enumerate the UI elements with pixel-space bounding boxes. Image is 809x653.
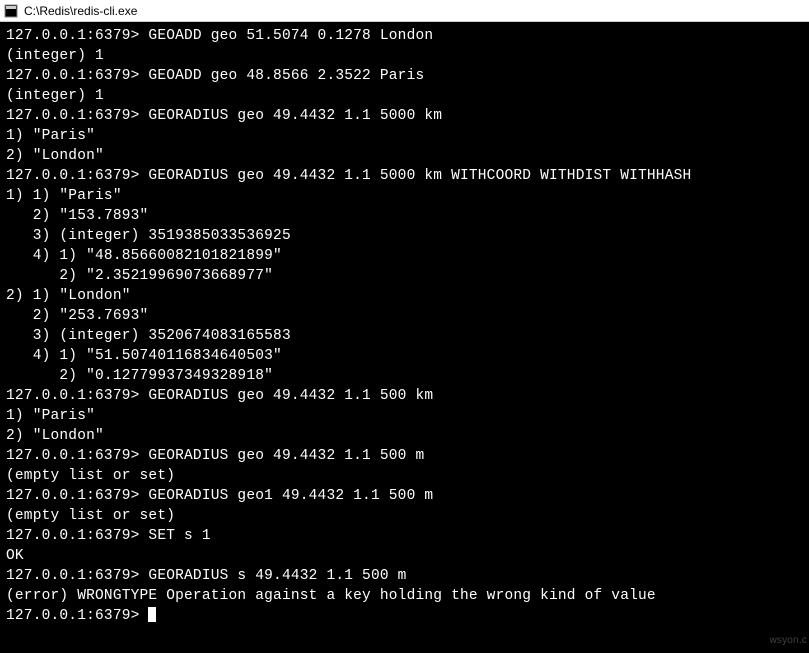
window-title: C:\Redis\redis-cli.exe bbox=[24, 4, 137, 18]
terminal-line: 1) 1) "Paris" bbox=[6, 186, 803, 206]
terminal-line: 4) 1) "48.85660082101821899" bbox=[6, 246, 803, 266]
terminal-line: 127.0.0.1:6379> GEORADIUS geo 49.4432 1.… bbox=[6, 106, 803, 126]
watermark: wsyon.c bbox=[769, 631, 807, 651]
terminal-line: (empty list or set) bbox=[6, 506, 803, 526]
terminal-line: 2) "153.7893" bbox=[6, 206, 803, 226]
terminal-line: 3) (integer) 3519385033536925 bbox=[6, 226, 803, 246]
terminal-line: 1) "Paris" bbox=[6, 406, 803, 426]
terminal-line: 127.0.0.1:6379> GEORADIUS geo1 49.4432 1… bbox=[6, 486, 803, 506]
window-title-bar: C:\Redis\redis-cli.exe bbox=[0, 0, 809, 22]
terminal-line: OK bbox=[6, 546, 803, 566]
terminal-line: 2) "London" bbox=[6, 146, 803, 166]
terminal-line: 127.0.0.1:6379> GEOADD geo 48.8566 2.352… bbox=[6, 66, 803, 86]
prompt-line[interactable]: 127.0.0.1:6379> bbox=[6, 606, 803, 626]
terminal-line: 4) 1) "51.50740116834640503" bbox=[6, 346, 803, 366]
terminal-line: 2) "253.7693" bbox=[6, 306, 803, 326]
terminal-line: 1) "Paris" bbox=[6, 126, 803, 146]
cursor bbox=[148, 607, 156, 622]
terminal-line: 127.0.0.1:6379> SET s 1 bbox=[6, 526, 803, 546]
terminal-line: 2) "2.35219969073668977" bbox=[6, 266, 803, 286]
terminal-line: (integer) 1 bbox=[6, 46, 803, 66]
terminal-line: 2) "0.12779937349328918" bbox=[6, 366, 803, 386]
terminal-line: 127.0.0.1:6379> GEORADIUS geo 49.4432 1.… bbox=[6, 166, 803, 186]
terminal-line: (empty list or set) bbox=[6, 466, 803, 486]
prompt-text: 127.0.0.1:6379> bbox=[6, 608, 148, 624]
terminal-line: (error) WRONGTYPE Operation against a ke… bbox=[6, 586, 803, 606]
terminal-line: 127.0.0.1:6379> GEORADIUS s 49.4432 1.1 … bbox=[6, 566, 803, 586]
terminal-output[interactable]: 127.0.0.1:6379> GEOADD geo 51.5074 0.127… bbox=[0, 22, 809, 653]
terminal-line: 2) 1) "London" bbox=[6, 286, 803, 306]
terminal-line: 127.0.0.1:6379> GEOADD geo 51.5074 0.127… bbox=[6, 26, 803, 46]
terminal-line: (integer) 1 bbox=[6, 86, 803, 106]
app-icon bbox=[4, 4, 18, 18]
terminal-line: 127.0.0.1:6379> GEORADIUS geo 49.4432 1.… bbox=[6, 386, 803, 406]
terminal-line: 127.0.0.1:6379> GEORADIUS geo 49.4432 1.… bbox=[6, 446, 803, 466]
terminal-line: 3) (integer) 3520674083165583 bbox=[6, 326, 803, 346]
terminal-line: 2) "London" bbox=[6, 426, 803, 446]
